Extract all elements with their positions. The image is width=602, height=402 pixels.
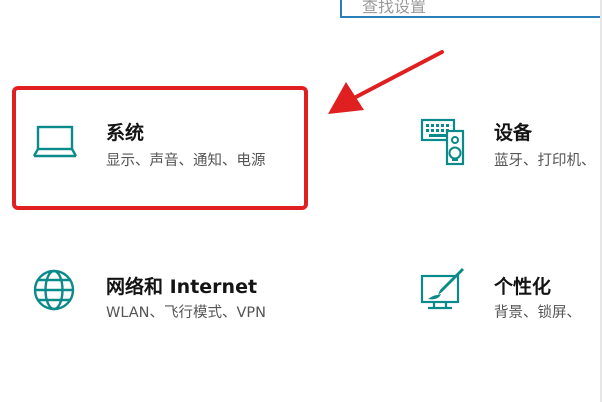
highlight-box [12, 86, 308, 210]
search-input[interactable]: 查找设置 [340, 0, 602, 18]
tile-title: 网络和 Internet [106, 276, 258, 298]
tile-title: 个性化 [494, 276, 552, 298]
settings-tile-personalization[interactable]: 个性化 背景、锁屏、 [420, 268, 602, 328]
settings-tile-network[interactable]: 网络和 Internet WLAN、飞行模式、VPN [32, 268, 302, 328]
arrow-annotation [328, 50, 444, 114]
search-placeholder: 查找设置 [362, 0, 427, 16]
tile-title: 设备 [494, 122, 533, 144]
tile-subtitle: WLAN、飞行模式、VPN [106, 305, 267, 321]
globe-icon [33, 269, 75, 311]
tile-subtitle: 蓝牙、打印机、 [494, 153, 596, 169]
paint-canvas-icon [420, 268, 464, 310]
tile-subtitle: 背景、锁屏、 [494, 305, 581, 321]
